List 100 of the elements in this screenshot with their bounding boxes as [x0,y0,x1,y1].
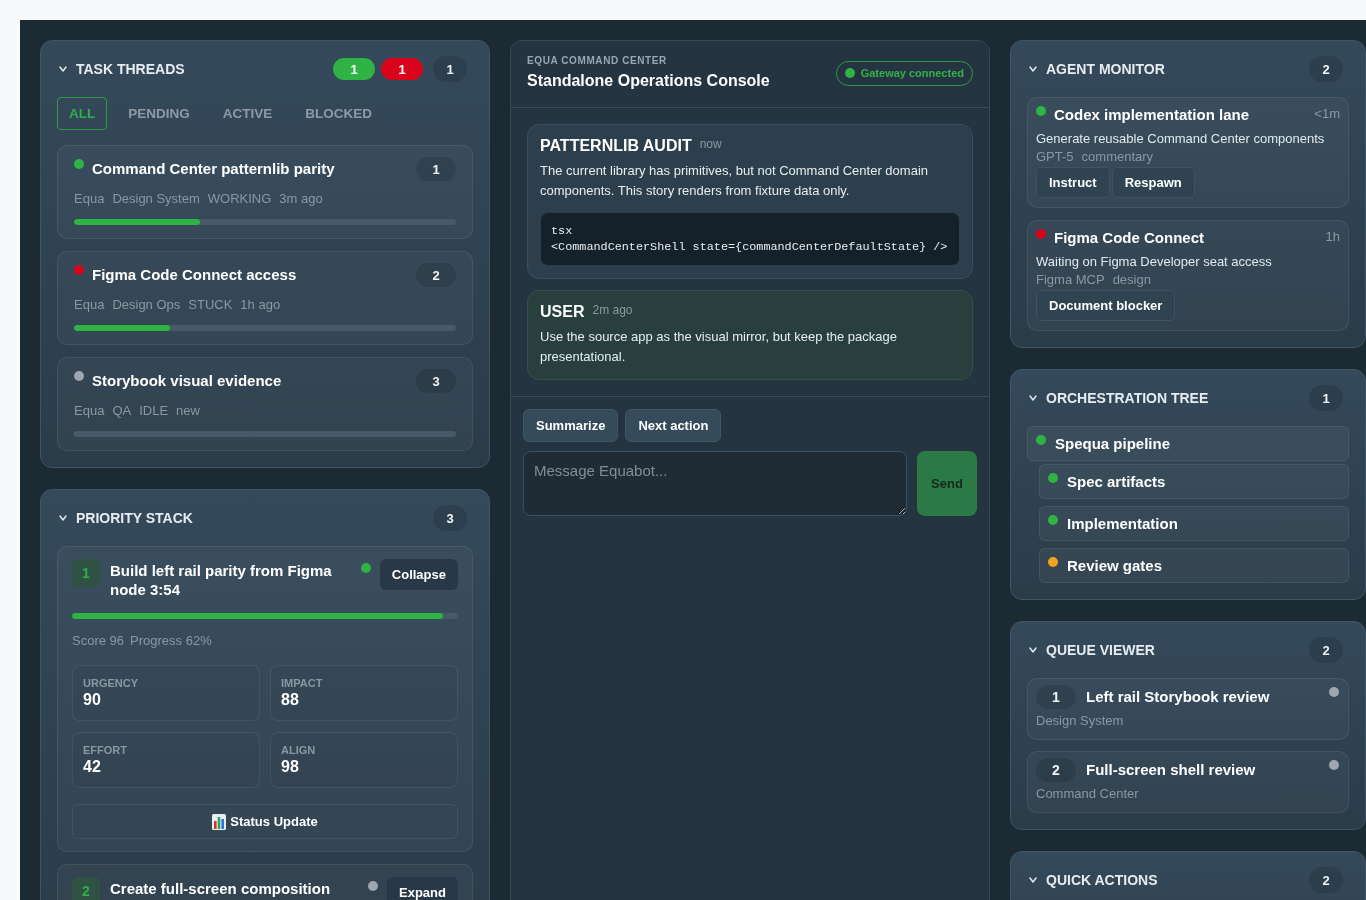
code-language: tsx [551,223,573,239]
meta-text: Equa [74,296,105,314]
metric-value: 90 [83,690,102,710]
chevron-down-icon[interactable] [1029,66,1037,72]
chevron-down-icon[interactable] [1029,877,1037,883]
action-button[interactable]: Status Update [72,804,458,839]
rank-badge: 1 [1036,685,1076,709]
meta-text: Design Ops [112,296,181,314]
metric-label: ALIGN [281,743,317,757]
count-badge: 2 [1309,867,1343,893]
thread-card[interactable]: Figma Code Connect access 2 Equa Design Ops STUCK 1h ago [57,251,473,345]
thread-title: Storybook visual evidence [92,371,283,391]
panel-title: QUEUE VIEWER [1046,642,1156,658]
meta-text: Figma MCP [1036,271,1105,289]
thread-title: Figma Code Connect access [92,265,298,285]
meta-text: Equa [74,190,105,208]
panel-title: PRIORITY STACK [76,510,194,526]
status-count: 1 [381,58,423,80]
toggle-button[interactable]: Collapse [379,559,458,590]
metric-label: URGENCY [83,676,139,690]
agent-name: Codex implementation lane [1054,106,1251,124]
count-badge: 1 [416,157,456,181]
agent-time: <1m [1314,106,1340,122]
metric-value: 98 [281,757,300,777]
meta-text: WORKING [207,190,272,208]
queue-title: Full-screen shell review [1086,760,1257,780]
toggle-button[interactable]: Expand [387,877,458,900]
panel-title: QUICK ACTIONS [1046,872,1159,888]
agent-name: Figma Code Connect [1054,229,1205,247]
message-author: PATTERNLIB AUDIT [540,136,692,156]
meta-text: Design System [112,190,200,208]
message-field[interactable]: Message Equabot... [523,451,907,516]
summary-text: Progress 62% [130,632,212,650]
count-badge: 2 [416,263,456,287]
message-author: USER [540,302,585,322]
queue-card[interactable]: 1 Left rail Storybook review Design System [1027,678,1349,740]
node-label: Spec artifacts [1067,473,1166,491]
panel-title: ORCHESTRATION TREE [1046,390,1210,406]
tree-node[interactable]: Spec artifacts [1039,464,1349,499]
metric-value: 88 [281,690,300,710]
chevron-down-icon[interactable] [59,66,67,72]
meta-text: commentary [1081,148,1154,166]
chevron-down-icon[interactable] [1029,395,1037,401]
tree-node[interactable]: Review gates [1039,548,1349,583]
rank-badge: 2 [72,877,100,900]
status-count: 1 [333,58,375,80]
metric-label: IMPACT [281,676,324,690]
meta-text: new [176,402,200,420]
panel-title: TASK THREADS [76,61,186,77]
count-badge: 2 [1309,56,1343,82]
message-text: Use the source app as the visual mirror, but keep the package presentational. [540,328,898,366]
rank-badge: 2 [1036,758,1076,782]
priority-title: Create full-screen composition [110,879,332,898]
meta-text: Equa [74,402,105,420]
agent-task: Waiting on Figma Developer seat access [1036,253,1273,271]
status-dot-icon [844,68,855,78]
console-title: Standalone Operations Console [527,71,770,91]
agent-action-button[interactable]: Instruct [1036,167,1110,198]
message-time: 2m ago [592,302,633,318]
metric-value: 42 [83,757,102,777]
count-badge: 3 [416,369,456,393]
count-badge: 1 [1309,385,1343,411]
message-text: The current library has primitives, but not Command Center domain components. This story renders from fixture data only. [540,162,929,200]
queue-subtitle: Design System [1036,712,1125,730]
queue-card[interactable]: 2 Full-screen shell review Command Center [1027,751,1349,813]
meta-text: QA [112,402,132,420]
panel-title: AGENT MONITOR [1046,61,1166,77]
meta-text: 1h ago [240,296,281,314]
agent-action-button[interactable]: Respawn [1111,167,1195,198]
thread-card[interactable]: Storybook visual evidence 3 Equa QA IDLE new [57,357,473,451]
metric-label: EFFORT [83,743,128,757]
thread-title: Command Center patternlib parity [92,159,336,179]
console-eyebrow: EQUA COMMAND CENTER [527,55,668,67]
meta-text: design [1112,271,1151,289]
agent-task: Generate reusable Command Center components [1036,130,1326,148]
queue-title: Left rail Storybook review [1086,687,1271,707]
prompt-button[interactable]: Summarize [523,409,619,442]
agent-action-button[interactable]: Document blocker [1036,290,1176,321]
node-label: Spequa pipeline [1055,435,1171,453]
thread-card[interactable]: Command Center patternlib parity 1 Equa Design System WORKING 3m ago [57,145,473,239]
chevron-down-icon[interactable] [1029,647,1037,653]
queue-subtitle: Command Center [1036,785,1140,803]
prompt-button[interactable]: Next action [625,409,722,442]
count-badge: 2 [1309,637,1343,663]
code-text: <CommandCenterShell state={commandCenterDefaultState} /> [551,239,948,255]
node-label: Implementation [1067,515,1178,533]
meta-text: IDLE [139,402,169,420]
message-time: now [699,136,722,152]
rank-badge: 1 [72,559,100,587]
count-badge: 1 [433,56,467,82]
tree-node[interactable]: Spequa pipeline [1027,426,1349,461]
bar-chart-icon [212,813,227,830]
summary-text: Score 96 [72,632,125,650]
chevron-down-icon[interactable] [59,515,67,521]
meta-text: GPT-5 [1036,148,1074,166]
tree-node[interactable]: Implementation [1039,506,1349,541]
count-badge: 3 [433,505,467,531]
priority-title: Build left rail parity from Figma node 3:54 [110,561,333,599]
agent-time: 1h [1325,229,1340,245]
meta-text: 3m ago [279,190,323,208]
